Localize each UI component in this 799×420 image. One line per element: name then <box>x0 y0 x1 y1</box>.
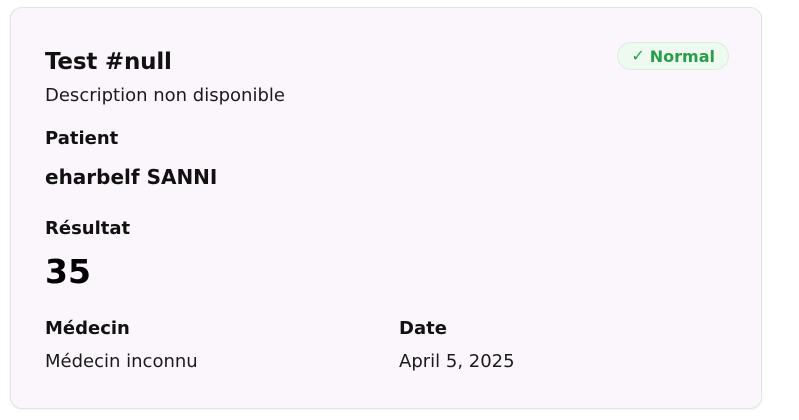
test-title: Test #null <box>45 49 172 75</box>
test-description: Description non disponible <box>45 85 285 106</box>
result-value: 35 <box>45 252 91 291</box>
status-label: Normal <box>649 46 715 66</box>
patient-label: Patient <box>45 128 119 149</box>
test-result-card: Test #null Description non disponible ✓ … <box>10 7 762 409</box>
date-value: April 5, 2025 <box>399 351 515 372</box>
patient-name: eharbelf SANNI <box>45 165 218 189</box>
date-label: Date <box>399 318 447 339</box>
check-icon: ✓ <box>631 46 645 65</box>
doctor-value: Médecin inconnu <box>45 351 198 372</box>
status-badge: ✓ Normal <box>617 42 729 70</box>
doctor-label: Médecin <box>45 318 130 339</box>
result-label: Résultat <box>45 218 131 239</box>
